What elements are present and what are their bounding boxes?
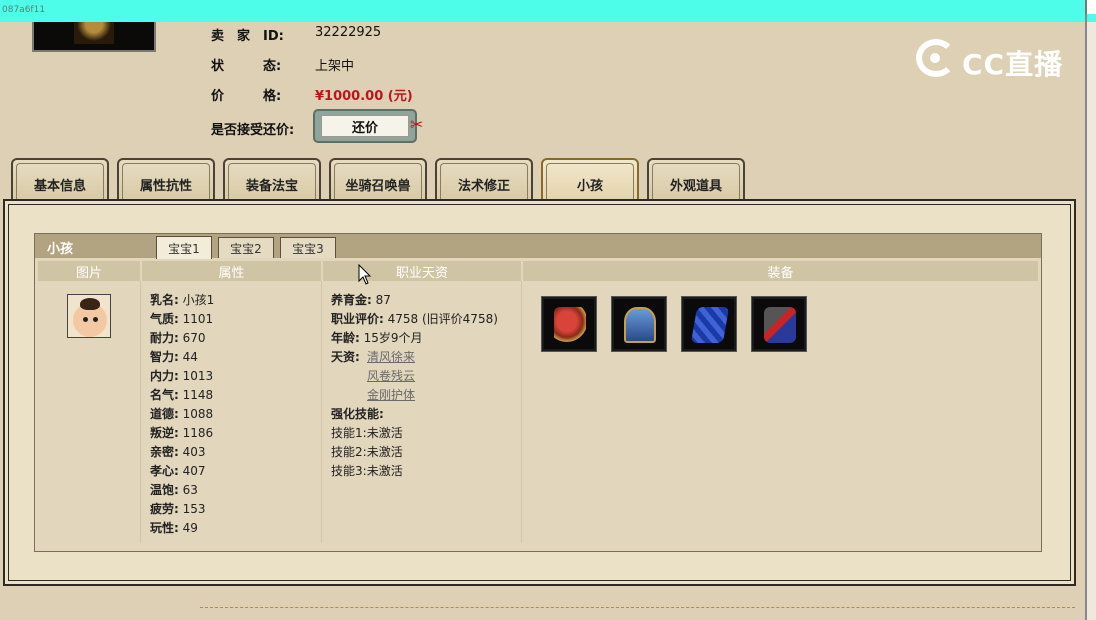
price-label: 价 格: bbox=[211, 89, 282, 104]
bottom-divider bbox=[200, 607, 1075, 608]
scroll-top[interactable] bbox=[1085, 0, 1096, 14]
attribute-row: 气质: 1101 bbox=[150, 312, 214, 326]
attribute-row: 疲劳: 153 bbox=[150, 502, 206, 516]
child-box: 小孩 宝宝1 宝宝2 宝宝3 图片 属性 职业天资 装备 乳名: 小孩1 气质: … bbox=[34, 233, 1042, 552]
robe-blue-icon[interactable] bbox=[611, 296, 667, 352]
price-value: ¥1000.00 (元) bbox=[315, 89, 413, 104]
talent-link[interactable]: 风卷残云 bbox=[367, 367, 415, 386]
tab-equipment[interactable]: 装备法宝 bbox=[223, 158, 321, 200]
cc-live-logo: CC直播 bbox=[916, 37, 1066, 81]
attribute-row: 温饱: 63 bbox=[150, 483, 198, 497]
career-eval: 职业评价: 4758 (旧评价4758) bbox=[331, 312, 498, 326]
bargain-button[interactable]: 还价 bbox=[313, 109, 417, 143]
logo-text: CC直播 bbox=[962, 48, 1064, 81]
talent-link[interactable]: 金刚护体 bbox=[367, 386, 415, 405]
child-box-title: 小孩 bbox=[47, 242, 74, 257]
gear-box-icon[interactable] bbox=[751, 296, 807, 352]
status-label: 状 态: bbox=[211, 59, 282, 74]
right-scroll-strip[interactable] bbox=[1085, 0, 1096, 620]
attribute-row: 乳名: 小孩1 bbox=[150, 293, 215, 307]
child-box-header: 小孩 宝宝1 宝宝2 宝宝3 bbox=[35, 234, 1041, 259]
tab-child[interactable]: 小孩 bbox=[541, 158, 639, 200]
bargain-label: 是否接受还价: bbox=[211, 123, 295, 138]
career-talent-label: 天资: bbox=[331, 350, 360, 364]
tab-appearance[interactable]: 外观道具 bbox=[647, 158, 745, 200]
attribute-row: 名气: 1148 bbox=[150, 388, 214, 402]
mouse-cursor-icon bbox=[358, 264, 372, 285]
character-avatar bbox=[32, 22, 156, 52]
tab-mount-summon[interactable]: 坐骑召唤兽 bbox=[329, 158, 427, 200]
attribute-row: 道德: 1088 bbox=[150, 407, 214, 421]
col-attributes: 属性 bbox=[142, 261, 321, 281]
col-divider bbox=[521, 281, 522, 543]
child-portrait bbox=[67, 294, 111, 338]
tab-basic-info[interactable]: 基本信息 bbox=[11, 158, 109, 200]
tab-spell-mod[interactable]: 法术修正 bbox=[435, 158, 533, 200]
seller-id-value: 32222925 bbox=[315, 25, 382, 40]
skill-1: 技能1:未激活 bbox=[331, 426, 403, 440]
attribute-row: 智力: 44 bbox=[150, 350, 198, 364]
col-divider bbox=[140, 281, 141, 543]
enhance-skill-label: 强化技能: bbox=[331, 407, 384, 421]
attribute-row: 内力: 1013 bbox=[150, 369, 214, 383]
subtab-baby-1[interactable]: 宝宝1 bbox=[156, 236, 212, 259]
col-equipment: 装备 bbox=[523, 261, 1038, 281]
top-bar-text: 087a6f11 bbox=[2, 5, 46, 15]
subtab-baby-3[interactable]: 宝宝3 bbox=[280, 237, 336, 258]
scroll-accent bbox=[1087, 14, 1096, 22]
tab-attribute-resist[interactable]: 属性抗性 bbox=[117, 158, 215, 200]
book-blue-icon[interactable] bbox=[681, 296, 737, 352]
career-age: 年龄: 15岁9个月 bbox=[331, 331, 423, 345]
status-value: 上架中 bbox=[315, 59, 355, 74]
col-picture: 图片 bbox=[38, 261, 140, 281]
bargain-button-label: 还价 bbox=[321, 115, 409, 137]
attribute-row: 耐力: 670 bbox=[150, 331, 206, 345]
skill-3: 技能3:未激活 bbox=[331, 464, 403, 478]
attribute-row: 孝心: 407 bbox=[150, 464, 206, 478]
talent-link[interactable]: 清风徐来 bbox=[367, 348, 415, 367]
col-divider bbox=[321, 281, 322, 543]
logo-ring-icon bbox=[916, 39, 956, 77]
top-bar: 087a6f11 bbox=[0, 0, 1085, 22]
col-career: 职业天资 bbox=[323, 261, 521, 281]
attribute-row: 玩性: 49 bbox=[150, 521, 198, 535]
attribute-row: 叛逆: 1186 bbox=[150, 426, 214, 440]
attribute-row: 亲密: 403 bbox=[150, 445, 206, 459]
scissors-icon: ✂ bbox=[410, 115, 424, 134]
seller-id-label: 卖 家 ID: bbox=[211, 29, 284, 44]
skill-2: 技能2:未激活 bbox=[331, 445, 403, 459]
armor-red-icon[interactable] bbox=[541, 296, 597, 352]
scroll-line bbox=[1085, 14, 1087, 620]
subtab-baby-2[interactable]: 宝宝2 bbox=[218, 237, 274, 258]
career-fund: 养育金: 87 bbox=[331, 293, 391, 307]
